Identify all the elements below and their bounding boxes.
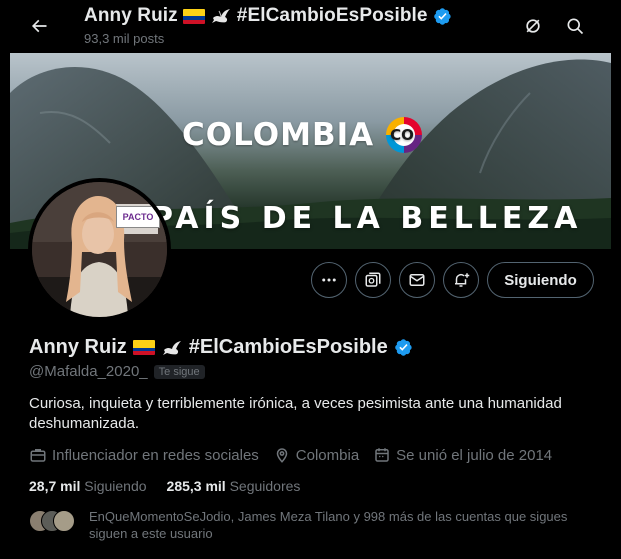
verified-badge-icon	[433, 7, 452, 26]
profile-name: Anny Ruiz	[29, 336, 127, 358]
dove-icon	[162, 340, 181, 355]
known-followers-avatars	[29, 510, 79, 534]
pacto-sign-text: PACTO	[122, 212, 154, 222]
search-icon	[567, 18, 584, 35]
following-label: Siguiendo	[84, 478, 147, 494]
grok-icon	[526, 19, 540, 33]
follow-stats: 28,7 mil Siguiendo 285,3 mil Seguidores	[29, 478, 300, 494]
verified-badge-icon[interactable]	[394, 338, 413, 357]
posts-count: 93,3 mil posts	[84, 31, 165, 46]
joined-text: Se unió el julio de 2014	[396, 446, 553, 464]
banner-title: COLOMBIA CO	[182, 113, 426, 157]
back-button[interactable]	[22, 9, 56, 43]
bell-plus-icon	[455, 273, 470, 287]
message-button[interactable]	[399, 262, 435, 298]
followers-label: Seguidores	[229, 478, 301, 494]
profile-header: Anny Ruiz #ElCambioEsPosible 93,3 mil po…	[0, 0, 621, 53]
header-title-row: Anny Ruiz #ElCambioEsPosible	[84, 5, 452, 27]
header-name: Anny Ruiz	[84, 5, 178, 26]
grok-header-button[interactable]	[516, 9, 550, 43]
avatar-photo	[32, 182, 167, 317]
location-pin-icon	[276, 448, 288, 463]
profile-meta: Influenciador en redes sociales Colombia…	[29, 446, 552, 464]
profile-hashtag: #ElCambioEsPosible	[188, 336, 388, 358]
known-followers[interactable]: EnQueMomentoSeJodio, James Meza Tilano y…	[29, 508, 589, 542]
calendar-icon	[375, 448, 389, 462]
colombia-flag-icon	[182, 8, 205, 24]
location-text: Colombia	[295, 446, 360, 464]
location-item: Colombia	[273, 446, 359, 464]
more-button[interactable]	[311, 262, 347, 298]
following-count: 28,7 mil	[29, 478, 81, 494]
header-hashtag: #ElCambioEsPosible	[236, 5, 428, 26]
handle-row: @Mafalda_2020_ Te sigue	[29, 363, 205, 380]
notifications-button[interactable]	[443, 262, 479, 298]
followers-count: 285,3 mil	[166, 478, 226, 494]
category-text: Influenciador en redes sociales	[52, 446, 259, 464]
profile-name-row: Anny Ruiz #ElCambioEsPosible	[29, 336, 413, 359]
profile-avatar[interactable]: PACTO	[28, 178, 171, 321]
colombia-co-logo: CO	[382, 113, 426, 157]
co-logo-text: CO	[390, 126, 414, 144]
known-followers-text: EnQueMomentoSeJodio, James Meza Tilano y…	[89, 509, 568, 541]
following-button[interactable]: Siguiendo	[487, 262, 594, 298]
following-stat[interactable]: 28,7 mil Siguiendo	[29, 478, 147, 494]
arrow-left-icon	[31, 19, 47, 33]
envelope-icon	[409, 274, 425, 286]
pacto-sign: PACTO	[116, 206, 160, 228]
dove-icon	[211, 9, 230, 23]
category-item: Influenciador en redes sociales	[29, 446, 259, 464]
follower-avatar	[53, 510, 75, 532]
banner-title-text: COLOMBIA	[182, 117, 375, 153]
follows-you-badge: Te sigue	[153, 364, 205, 379]
more-icon	[322, 278, 336, 282]
colombia-flag-icon	[132, 340, 155, 355]
profile-bio: Curiosa, inquieta y terriblemente irónic…	[29, 395, 562, 432]
search-button[interactable]	[558, 9, 592, 43]
profile-handle: @Mafalda_2020_	[29, 363, 148, 380]
grok-profile-icon	[365, 272, 381, 287]
joined-item: Se unió el julio de 2014	[373, 446, 552, 464]
briefcase-icon	[30, 449, 46, 462]
followers-stat[interactable]: 285,3 mil Seguidores	[167, 478, 301, 494]
grok-profile-button[interactable]	[355, 262, 391, 298]
